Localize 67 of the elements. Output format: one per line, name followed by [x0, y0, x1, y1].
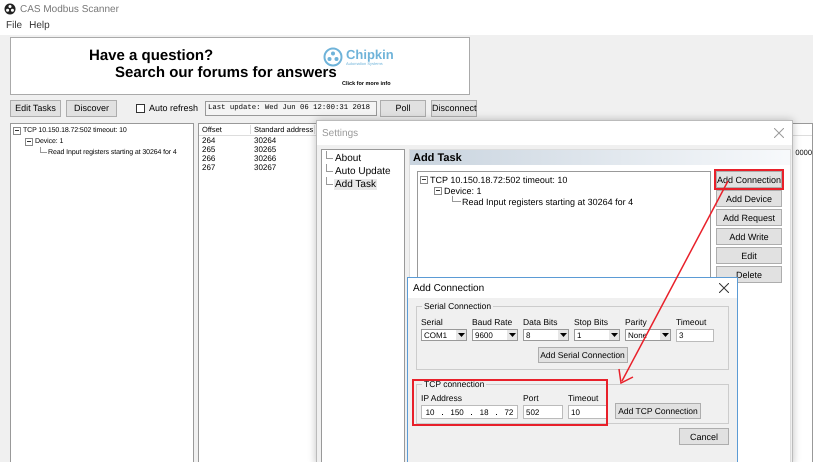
collapse-icon[interactable] [434, 186, 442, 194]
toolbar-button[interactable]: Disconnect [431, 100, 477, 116]
table-cell-text: 264 [201, 136, 216, 145]
field-label: IP Address [421, 393, 463, 403]
cancel-button[interactable]: Cancel [679, 428, 729, 445]
add-serial-button[interactable]: Add Serial Connection [538, 347, 628, 363]
field-label: Baud Rate [472, 317, 514, 327]
field-label: Timeout [676, 317, 708, 327]
collapse-icon[interactable] [13, 126, 21, 134]
dropdown[interactable]: 1 [574, 329, 620, 341]
toolbar-button[interactable]: Discover [66, 100, 117, 116]
input-field[interactable]: 10 [568, 405, 608, 419]
nav-item[interactable]: About [334, 153, 362, 164]
nav-item[interactable]: Add Task [334, 179, 377, 190]
action-button[interactable]: Add Connection [716, 171, 782, 188]
field-label: Timeout [568, 393, 600, 403]
field-label: Serial [421, 317, 444, 327]
menu-item[interactable]: Help [29, 20, 50, 30]
table-cell-text: 30267 [253, 163, 278, 172]
dialog-title: Add Connection [413, 282, 484, 294]
banner-heading: Have a question? [89, 47, 214, 64]
input-field[interactable]: 3 [676, 329, 714, 342]
auto-refresh-checkbox[interactable] [136, 104, 145, 112]
field-label: Data Bits [523, 317, 558, 327]
dropdown-arrow-icon [508, 333, 516, 337]
dropdown[interactable]: COM1 [421, 329, 467, 341]
dropdown[interactable]: 9600 [472, 329, 518, 341]
table-cell-text: 267 [201, 163, 216, 172]
field-label: Port [523, 393, 540, 403]
dialog-title: Settings [322, 128, 358, 138]
logo-name: Chipkin [346, 48, 394, 61]
action-button[interactable]: Add Write [716, 228, 782, 245]
collapse-icon[interactable] [25, 138, 33, 146]
toolbar-button[interactable]: Edit Tasks [10, 100, 61, 116]
table-cell-text: 30266 [253, 154, 278, 163]
tree-item[interactable]: TCP 10.150.18.72:502 timeout: 10 [430, 174, 568, 184]
add-tcp-button[interactable]: Add TCP Connection [615, 403, 701, 419]
action-button[interactable]: Edit [716, 247, 782, 264]
action-button[interactable]: Add Device [716, 190, 782, 207]
banner-subheading: Search our forums for answers [115, 64, 337, 81]
dropdown-arrow-icon [458, 333, 464, 337]
window-title: CAS Modbus Scanner [20, 4, 119, 14]
table-cell-text: 265 [201, 145, 216, 154]
table-cell-text: 266 [201, 154, 216, 163]
app-icon [4, 3, 16, 15]
logo-icon [323, 47, 343, 67]
field-label: Parity [625, 317, 648, 327]
group-legend: Serial Connection [422, 301, 494, 311]
dropdown-arrow-icon [560, 333, 566, 337]
table-cell-text: 30265 [253, 145, 278, 154]
ip-address-field[interactable]: 10 150 18 72 [421, 405, 518, 419]
input-field[interactable]: 502 [523, 405, 563, 419]
auto-refresh-label: Auto refresh [149, 103, 200, 113]
dropdown-arrow-icon [610, 333, 618, 337]
field-label: Stop Bits [574, 317, 610, 327]
panel-title: Add Task [410, 150, 790, 165]
toolbar-button[interactable]: Poll [380, 100, 426, 116]
close-icon[interactable] [719, 283, 729, 293]
collapse-icon[interactable] [420, 176, 428, 184]
dropdown[interactable]: 8 [523, 329, 569, 341]
nav-item[interactable]: Auto Update [334, 166, 392, 177]
menu-item[interactable]: File [6, 20, 22, 30]
tree-item[interactable]: Read Input registers starting at 30264 for 4 [462, 196, 634, 206]
tree-item[interactable]: Device: 1 [444, 186, 482, 196]
table-cell-text: 30264 [253, 136, 278, 145]
dropdown-arrow-icon [662, 333, 668, 337]
action-button[interactable]: Add Request [716, 209, 782, 226]
